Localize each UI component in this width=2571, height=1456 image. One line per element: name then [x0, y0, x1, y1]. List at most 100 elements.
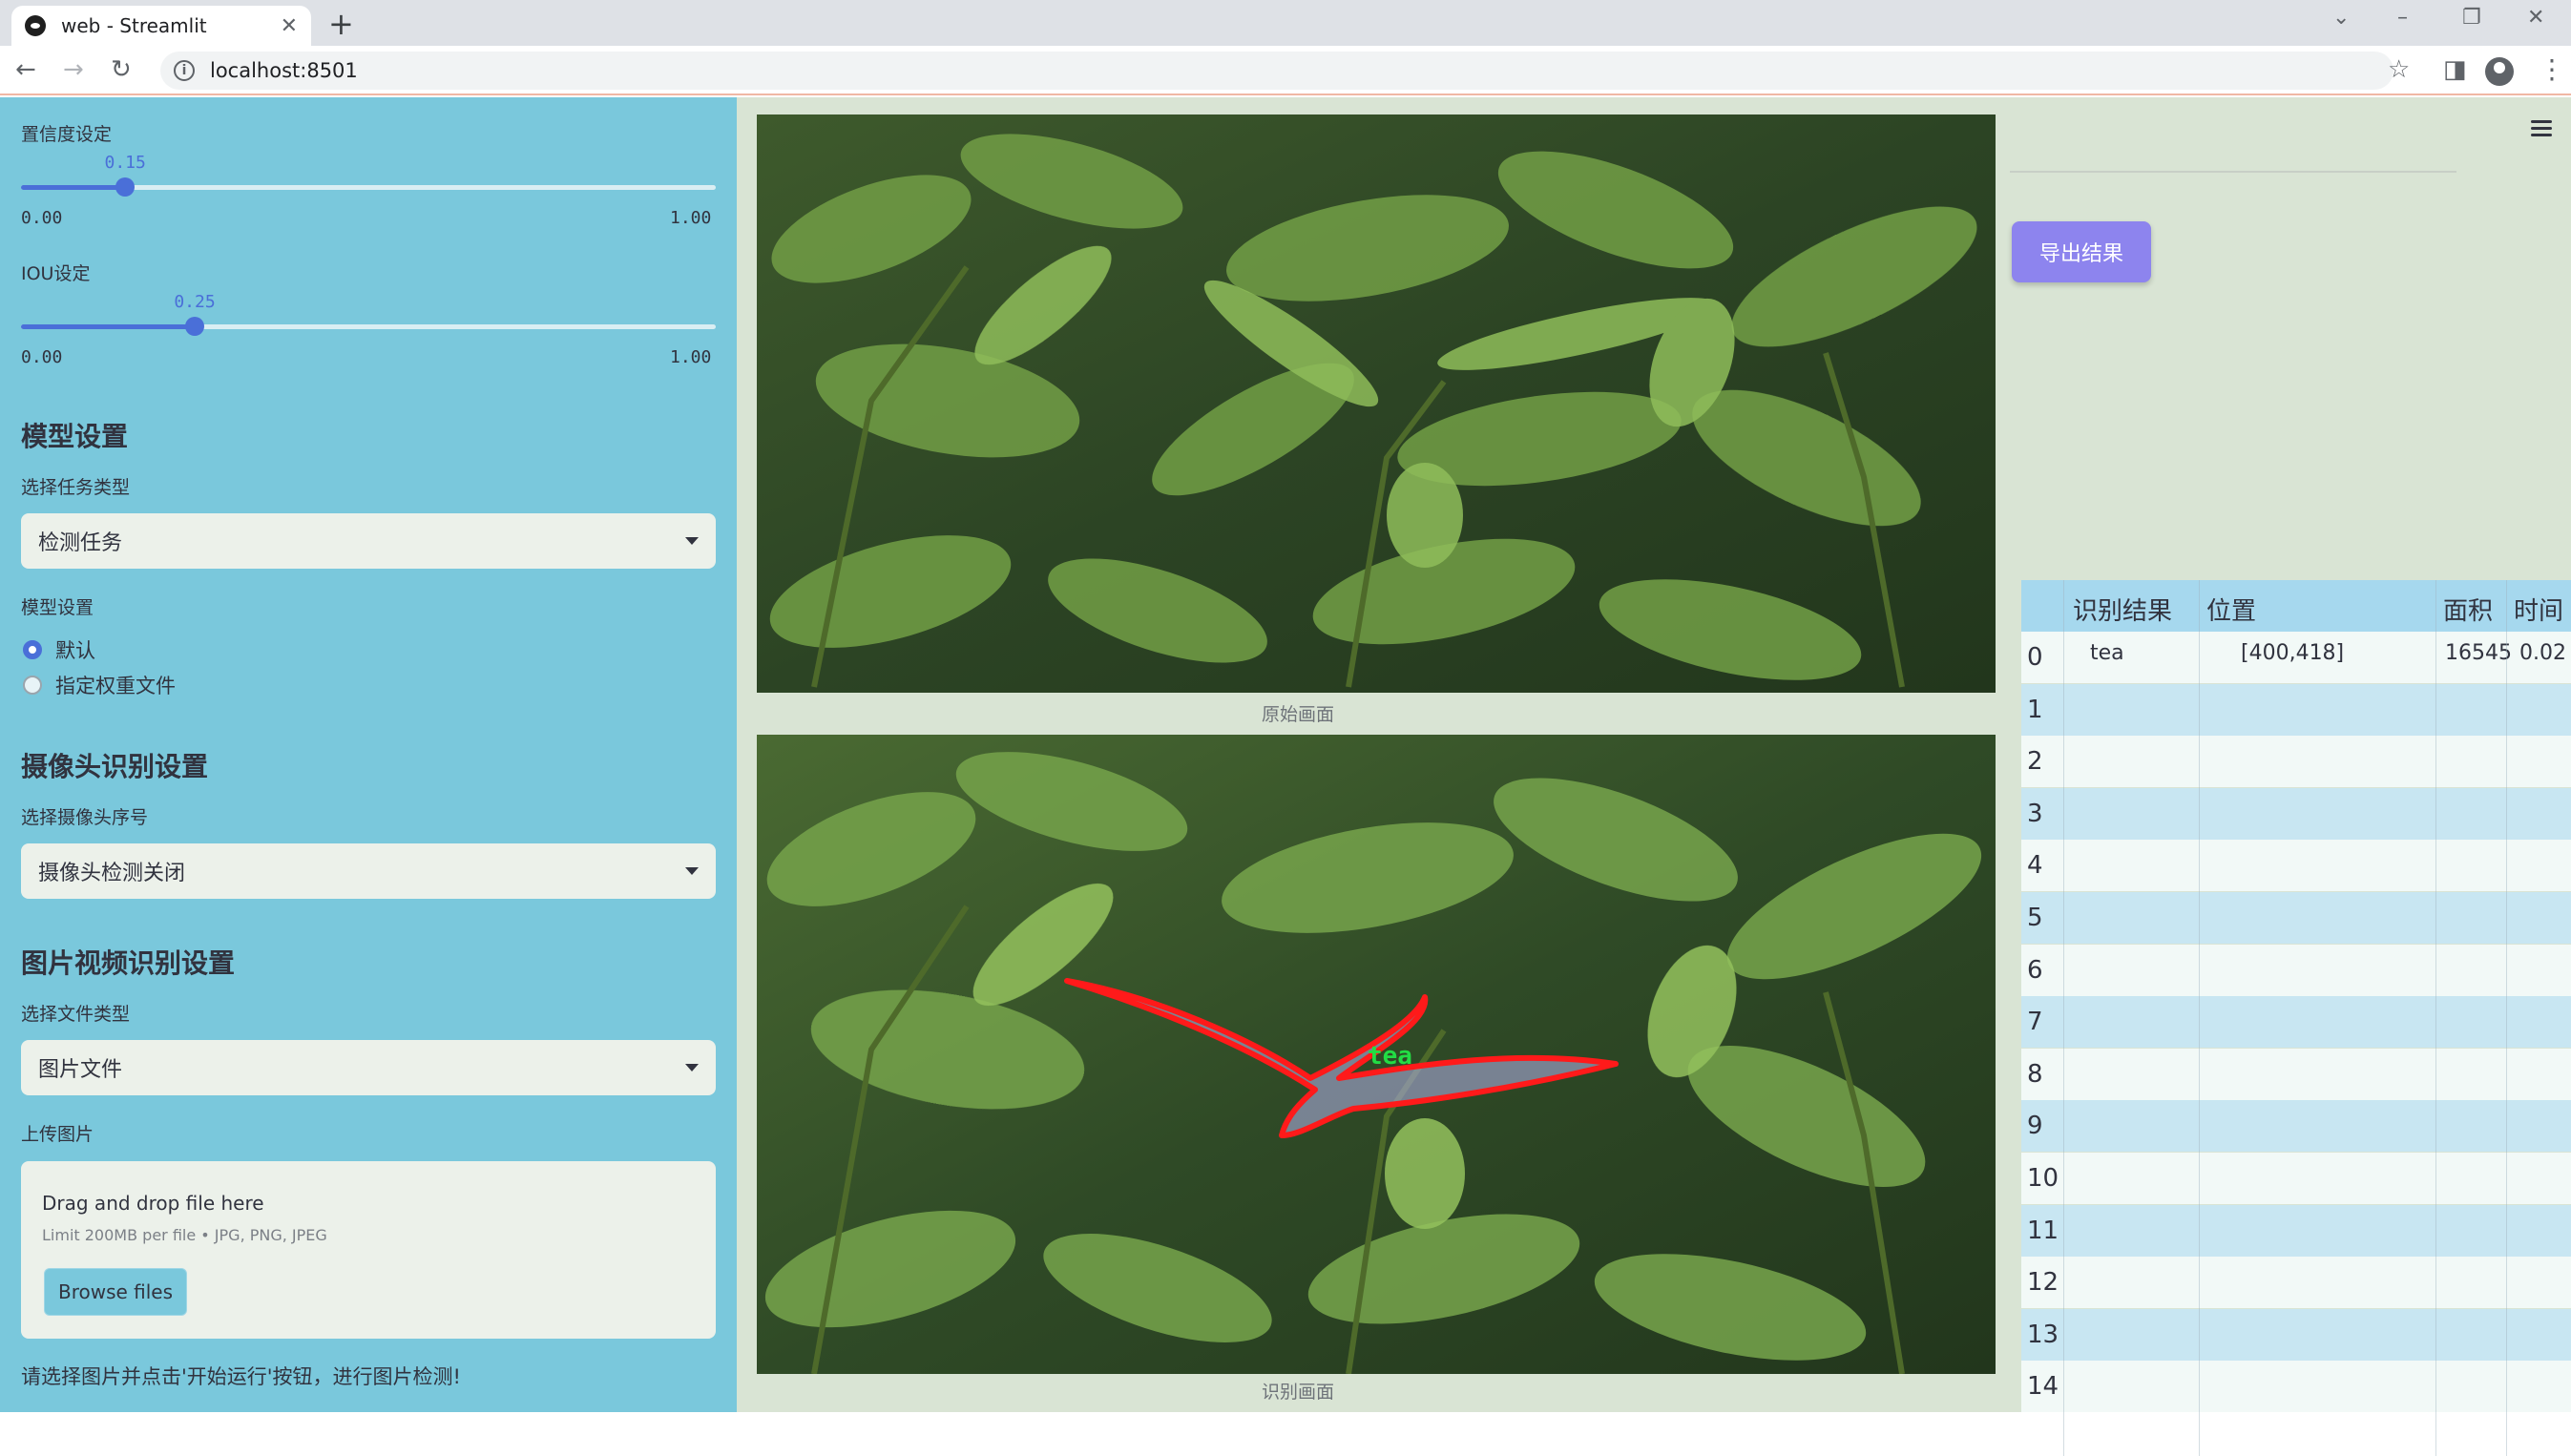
row-index: 6	[2027, 955, 2043, 985]
file-uploader-dropzone[interactable]: Drag and drop file here Limit 200MB per …	[21, 1161, 716, 1339]
export-results-button[interactable]: 导出结果	[2012, 221, 2151, 282]
upload-title: Drag and drop file here	[42, 1192, 264, 1215]
table-row[interactable]: 11	[2021, 1204, 2571, 1257]
radio-custom-weights[interactable]: 指定权重文件	[23, 671, 176, 699]
chevron-down-icon	[685, 867, 699, 875]
row-index: 11	[2027, 1216, 2059, 1245]
restore-icon[interactable]: ❐	[2462, 6, 2481, 30]
header-position[interactable]: 位置	[2206, 592, 2256, 627]
forward-icon[interactable]: →	[63, 55, 84, 84]
table-row[interactable]: 12	[2021, 1257, 2571, 1309]
row-index: 14	[2027, 1372, 2059, 1402]
new-tab-icon[interactable]: +	[328, 6, 354, 42]
table-row[interactable]: 7	[2021, 996, 2571, 1049]
row-index: 1	[2027, 695, 2043, 724]
cell-position: [400,418]	[2241, 641, 2345, 665]
media-settings-heading: 图片视频识别设置	[21, 947, 236, 979]
table-row[interactable]: 1	[2021, 683, 2571, 736]
side-panel-icon[interactable]: ◨	[2443, 55, 2467, 84]
row-index: 0	[2027, 643, 2043, 672]
iou-slider[interactable]	[21, 317, 716, 336]
row-index: 5	[2027, 904, 2043, 932]
upload-label: 上传图片	[21, 1124, 94, 1145]
main-menu-icon[interactable]	[2531, 120, 2552, 140]
browser-menu-icon[interactable]: ⋮	[2539, 53, 2565, 85]
column-divider	[2506, 580, 2507, 1456]
table-row[interactable]: 10	[2021, 1153, 2571, 1204]
file-type-value: 图片文件	[38, 1058, 123, 1082]
camera-index-select[interactable]: 摄像头检测关闭	[21, 843, 716, 899]
detected-image-caption: 识别画面	[1261, 1382, 1335, 1403]
row-index: 8	[2027, 1059, 2043, 1089]
iou-value: 0.25	[174, 292, 216, 312]
file-type-label: 选择文件类型	[21, 1004, 131, 1025]
minimize-icon[interactable]: –	[2397, 6, 2408, 30]
row-index: 2	[2027, 747, 2043, 777]
profile-avatar-icon[interactable]	[2485, 57, 2514, 86]
browser-tab[interactable]: web - Streamlit ✕	[11, 6, 311, 46]
window-close-icon[interactable]: ✕	[2527, 6, 2544, 30]
tab-search-chevron-icon[interactable]: ⌄	[2332, 6, 2350, 30]
url-field[interactable]: i localhost:8501	[160, 52, 2393, 90]
table-row[interactable]: 6	[2021, 944, 2571, 996]
radio-unchecked-icon[interactable]	[23, 676, 42, 695]
header-area[interactable]: 面积	[2443, 592, 2493, 627]
chevron-down-icon	[685, 537, 699, 545]
confidence-max: 1.00	[670, 208, 712, 228]
column-divider	[2063, 580, 2064, 1456]
iou-label: IOU设定	[21, 263, 91, 284]
table-row[interactable]: 4	[2021, 840, 2571, 892]
back-icon[interactable]: ←	[15, 55, 36, 84]
confidence-slider-thumb[interactable]	[115, 177, 136, 197]
original-image	[757, 114, 1996, 693]
confidence-slider[interactable]	[21, 177, 716, 197]
table-row[interactable]: 14	[2021, 1361, 2571, 1413]
task-type-select[interactable]: 检测任务	[21, 513, 716, 569]
iou-min: 0.00	[21, 347, 63, 367]
column-divider	[2435, 580, 2436, 1456]
task-type-label: 选择任务类型	[21, 477, 131, 498]
model-settings-heading: 模型设置	[21, 421, 129, 452]
iou-slider-fill	[21, 324, 195, 329]
radio-checked-icon[interactable]	[23, 640, 42, 659]
divider	[2010, 171, 2456, 173]
confidence-min: 0.00	[21, 208, 63, 228]
detected-image: tea	[757, 735, 1996, 1374]
file-type-select[interactable]: 图片文件	[21, 1040, 716, 1095]
table-row[interactable]: 9	[2021, 1100, 2571, 1153]
table-row[interactable]: 3	[2021, 787, 2571, 840]
table-row[interactable]: 13	[2021, 1308, 2571, 1361]
browse-files-button[interactable]: Browse files	[44, 1268, 187, 1316]
table-row[interactable]: 8	[2021, 1048, 2571, 1100]
row-index: 7	[2027, 1008, 2043, 1037]
close-tab-icon[interactable]: ✕	[281, 14, 298, 38]
chevron-down-icon	[685, 1064, 699, 1071]
table-row[interactable]: 2	[2021, 736, 2571, 788]
address-bar: ← → ↻ i localhost:8501 ☆ ◨ ⋮	[0, 46, 2571, 95]
url-text: localhost:8501	[210, 59, 358, 82]
detection-label: tea	[1368, 1042, 1412, 1071]
confidence-slider-fill	[21, 185, 126, 190]
table-row[interactable]: 5	[2021, 892, 2571, 944]
iou-max: 1.00	[670, 347, 712, 367]
table-row[interactable]: 0 tea [400,418] 16545 0.02	[2021, 632, 2571, 683]
radio-default[interactable]: 默认	[23, 635, 95, 664]
table-header: 识别结果 位置 面积 时间	[2021, 580, 2571, 632]
bookmark-star-icon[interactable]: ☆	[2388, 55, 2410, 84]
iou-slider-thumb[interactable]	[185, 317, 204, 336]
instruction-text: 请选择图片并点击'开始运行'按钮，进行图片检测!	[21, 1365, 461, 1388]
row-index: 13	[2027, 1320, 2059, 1349]
header-time[interactable]: 时间	[2514, 592, 2563, 627]
site-info-icon[interactable]: i	[174, 60, 195, 81]
cell-time: 0.02	[2519, 641, 2566, 665]
confidence-value: 0.15	[104, 153, 146, 173]
row-index: 3	[2027, 799, 2043, 828]
header-result[interactable]: 识别结果	[2073, 592, 2172, 627]
cell-result: tea	[2090, 641, 2124, 665]
row-index: 12	[2027, 1268, 2059, 1298]
original-image-caption: 原始画面	[1261, 704, 1335, 725]
confidence-label: 置信度设定	[21, 124, 113, 145]
cell-area: 16545	[2445, 641, 2512, 665]
streamlit-app: 置信度设定 0.15 0.00 1.00 IOU设定 0.25 0.00 1.0…	[0, 97, 2571, 1456]
reload-icon[interactable]: ↻	[111, 55, 132, 84]
